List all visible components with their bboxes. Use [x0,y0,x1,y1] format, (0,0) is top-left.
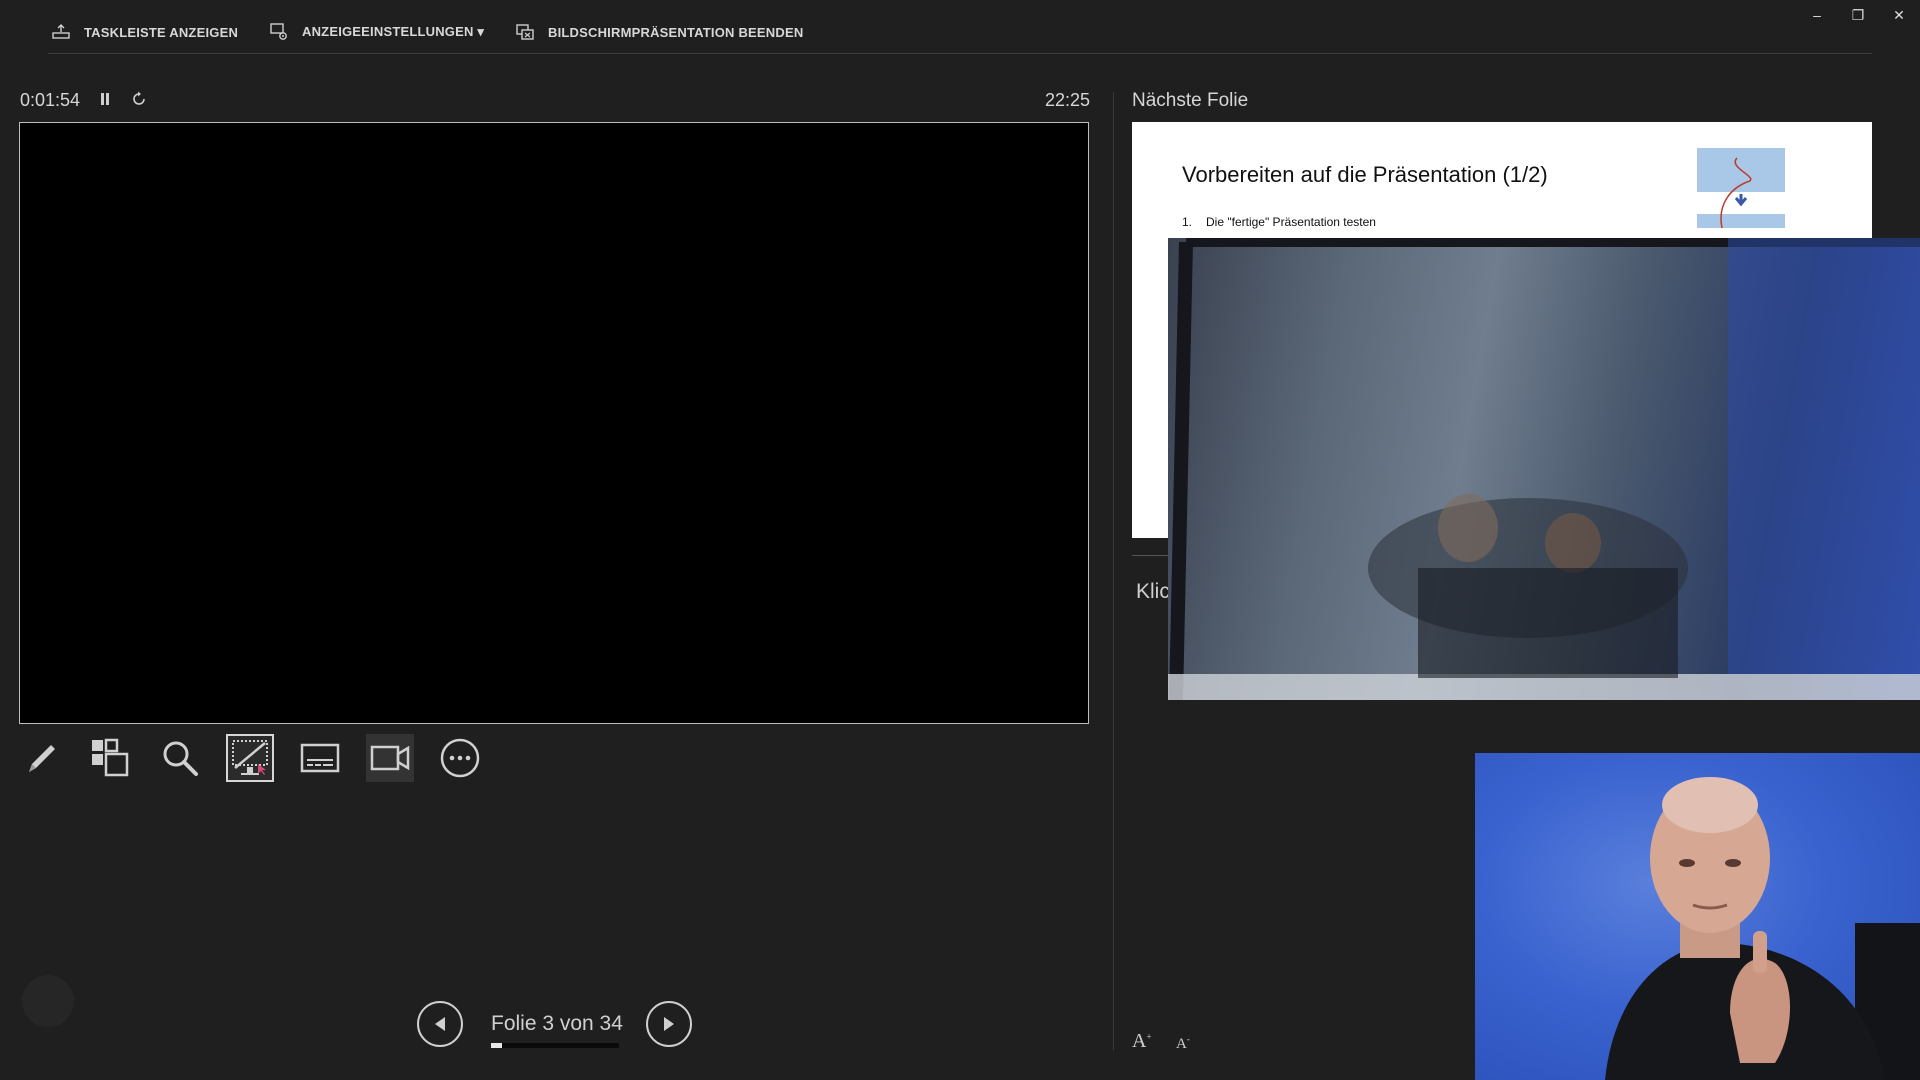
show-taskbar-label: TASKLEISTE ANZEIGEN [84,24,239,40]
bullet-number: 1. [1182,215,1193,229]
close-button[interactable]: ✕ [1886,4,1912,26]
black-screen-icon [232,740,268,775]
subtitles-icon [300,743,340,773]
display-settings-label: ANZEIGEEINSTELLUNGEN ▾ [302,24,485,39]
presenter-toolbar: TASKLEISTE ANZEIGEN ANZEIGEEINSTELLUNGEN… [0,0,1920,56]
room-video-frame [1168,238,1920,700]
speaker-notes[interactable]: Klic [1136,580,1170,604]
restore-button[interactable]: ❐ [1845,4,1871,26]
slide-progress-fill [491,1043,502,1048]
notes-divider [1132,555,1168,556]
end-slideshow-label: BILDSCHIRMPRÄSENTATION BEENDEN [548,24,804,40]
decrease-font-icon: A [1176,1036,1187,1052]
pause-timer-button[interactable] [94,88,116,110]
next-slide-title: Vorbereiten auf die Präsentation (1/2) [1182,162,1548,187]
end-slideshow-icon [516,24,534,40]
pen-tool-button[interactable] [17,734,65,782]
next-slide-heading: Nächste Folie [1132,90,1249,111]
increase-font-button[interactable]: A+ [1132,1030,1152,1053]
triangle-left-icon [435,1017,445,1031]
room-video-overlay [1168,238,1920,700]
pane-splitter[interactable] [1113,92,1114,1050]
zoom-button[interactable] [156,734,204,782]
next-slide-button[interactable] [646,1001,692,1047]
current-time: 22:25 [1044,90,1090,110]
zoom-icon [163,741,198,776]
previous-slide-button[interactable] [417,1001,463,1047]
taskbar-icon [52,24,70,39]
minimize-icon: – [1813,7,1821,23]
next-slide-bullet: 1. Die "fertige" Präsentation testen [1182,215,1376,229]
restart-icon [133,91,145,105]
slides-grid-icon [92,738,129,777]
slide-diagram-graphic [1697,148,1785,228]
current-slide-view[interactable] [19,122,1089,724]
toolbar-divider [48,53,1872,54]
slide-counter[interactable]: Folie 3 von 34 [491,1012,623,1036]
bullet-text: Die "fertige" Präsentation testen [1206,215,1376,229]
close-icon: ✕ [1893,6,1905,23]
display-settings-icon [270,23,287,40]
restart-timer-button[interactable] [128,88,150,110]
see-all-slides-button[interactable] [86,734,134,782]
pause-icon [101,93,109,105]
triangle-right-icon [664,1017,674,1031]
camera-icon [370,745,410,771]
black-screen-button[interactable] [226,734,274,782]
presenter-webcam-overlay [1475,753,1920,1080]
end-slideshow-button[interactable]: BILDSCHIRMPRÄSENTATION BEENDEN [516,20,803,44]
minimize-button[interactable]: – [1804,4,1830,26]
display-settings-button[interactable]: ANZEIGEEINSTELLUNGEN ▾ [270,20,484,44]
faded-control [22,975,74,1027]
decrease-font-button[interactable]: A- [1176,1034,1190,1053]
presenter-silhouette [1605,777,1920,1080]
restore-icon: ❐ [1851,6,1865,23]
more-options-icon [440,738,480,778]
elapsed-timer: 0:01:54 [20,90,81,110]
slide-progress-track [491,1043,619,1048]
camera-toggle-button[interactable] [366,734,414,782]
pen-icon [29,745,55,772]
subtitles-button[interactable] [296,734,344,782]
more-options-button[interactable] [436,734,484,782]
show-taskbar-button[interactable]: TASKLEISTE ANZEIGEN [52,20,238,44]
increase-font-icon: A [1132,1030,1147,1052]
